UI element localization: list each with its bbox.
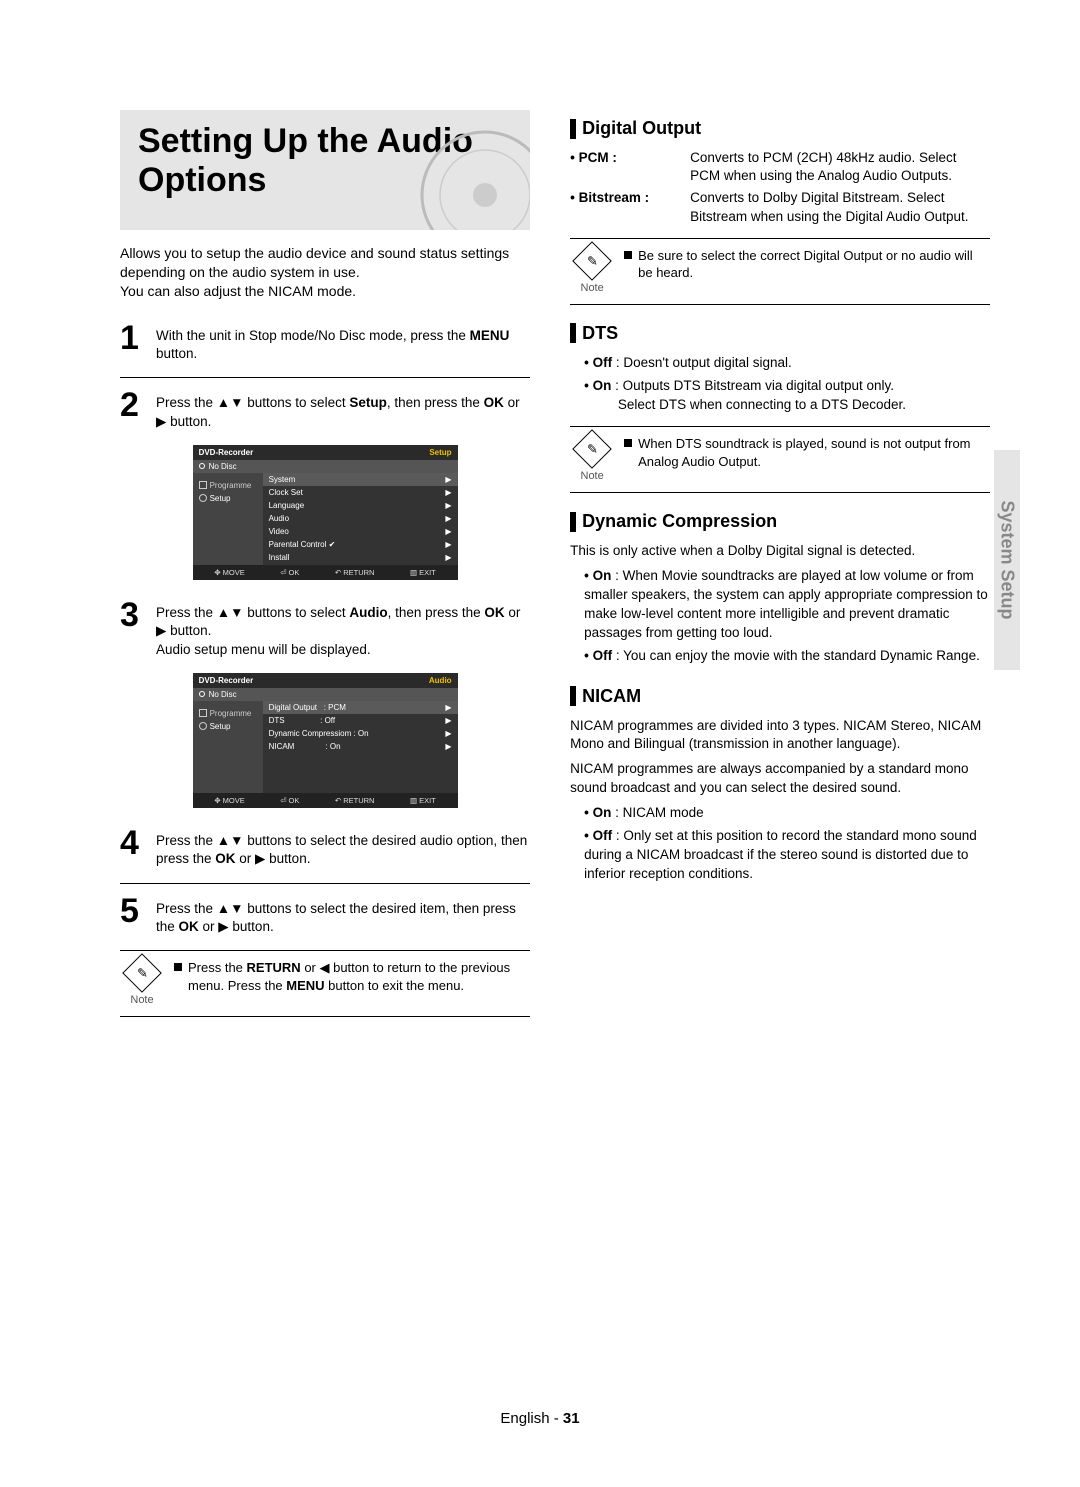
heading-dynamic-compression: Dynamic Compression <box>570 511 990 532</box>
osd-sidebar: Programme Setup <box>193 701 263 793</box>
note-return-menu: ✎ Note Press the RETURN or ◀ button to r… <box>120 950 530 1017</box>
nicam-off: • Off : Only set at this position to rec… <box>570 827 990 884</box>
ok-hint: ⏎ OK <box>280 796 299 805</box>
step-body: Press the ▲▼ buttons to select Setup, th… <box>156 390 530 431</box>
updown-icon: ▲▼ <box>217 900 244 918</box>
step-number: 2 <box>120 388 148 431</box>
dyn-on: • On : When Movie soundtracks are played… <box>570 567 990 643</box>
heading-bar-icon <box>570 323 576 343</box>
return-hint: ↶ RETURN <box>335 568 375 577</box>
updown-icon: ▲▼ <box>217 832 244 850</box>
move-hint: ✥ MOVE <box>214 796 244 805</box>
heading-nicam: NICAM <box>570 686 990 707</box>
osd-menu: System▶ Clock Set▶ Language▶ Audio▶ Vide… <box>263 473 458 565</box>
move-hint: ✥ MOVE <box>214 568 244 577</box>
osd-screenshot-audio: DVD-RecorderAudio No Disc Programme Setu… <box>193 673 458 808</box>
def-pcm: • PCM : Converts to PCM (2CH) 48kHz audi… <box>570 149 990 185</box>
heading-bar-icon <box>570 686 576 706</box>
disc-status-icon <box>199 463 205 469</box>
nicam-p2: NICAM programmes are always accompanied … <box>570 760 990 798</box>
step-body: Press the ▲▼ buttons to select the desir… <box>156 828 530 869</box>
exit-hint: ▥ EXIT <box>410 796 436 805</box>
setup-icon <box>199 494 207 502</box>
bullet-square-icon <box>624 439 632 447</box>
page: Setting Up the Audio Options Allows you … <box>0 0 1080 1095</box>
note-icon: ✎ <box>572 430 612 470</box>
heading-dts: DTS <box>570 323 990 344</box>
updown-icon: ▲▼ <box>217 394 244 412</box>
step-body: With the unit in Stop mode/No Disc mode,… <box>156 323 530 363</box>
nicam-p1: NICAM programmes are divided into 3 type… <box>570 717 990 755</box>
osd-menu: Digital Output : PCM▶ DTS : Off▶ Dynamic… <box>263 701 458 793</box>
note-label: Note <box>570 469 614 484</box>
step-2: 2 Press the ▲▼ buttons to select Setup, … <box>120 390 530 431</box>
intro-text: Allows you to setup the audio device and… <box>120 244 530 301</box>
note-label: Note <box>570 281 614 296</box>
disc-decoration-icon <box>410 120 530 230</box>
setup-icon <box>199 722 207 730</box>
programme-icon <box>199 481 207 489</box>
nicam-on: • On : NICAM mode <box>570 804 990 823</box>
bullet-square-icon <box>174 963 182 971</box>
note-label: Note <box>120 993 164 1008</box>
step-5: 5 Press the ▲▼ buttons to select the des… <box>120 896 530 937</box>
dyn-intro: This is only active when a Dolby Digital… <box>570 542 990 561</box>
side-tab: System Setup <box>994 450 1020 670</box>
step-number: 3 <box>120 598 148 659</box>
dts-off: • Off : Doesn't output digital signal. <box>570 354 990 373</box>
heading-bar-icon <box>570 119 576 139</box>
page-footer: English - 31 <box>0 1410 1080 1427</box>
programme-icon <box>199 709 207 717</box>
bullet-square-icon <box>624 251 632 259</box>
step-body: Press the ▲▼ buttons to select Audio, th… <box>156 600 530 659</box>
dts-on: • On : Outputs DTS Bitstream via digital… <box>570 377 990 415</box>
separator <box>120 883 530 884</box>
note-icon: ✎ <box>122 954 162 994</box>
heading-digital-output: Digital Output <box>570 118 990 139</box>
step-number: 1 <box>120 321 148 363</box>
osd-screenshot-setup: DVD-RecorderSetup No Disc Programme Setu… <box>193 445 458 580</box>
side-tab-label: System Setup <box>997 500 1018 619</box>
heading-bar-icon <box>570 512 576 532</box>
note-icon: ✎ <box>572 241 612 281</box>
right-column: Digital Output • PCM : Converts to PCM (… <box>570 110 990 1035</box>
exit-hint: ▥ EXIT <box>410 568 436 577</box>
note-dts: ✎ Note When DTS soundtrack is played, so… <box>570 426 990 493</box>
step-1: 1 With the unit in Stop mode/No Disc mod… <box>120 323 530 363</box>
separator <box>120 377 530 378</box>
osd-sidebar: Programme Setup <box>193 473 263 565</box>
ok-hint: ⏎ OK <box>280 568 299 577</box>
def-bitstream: • Bitstream : Converts to Dolby Digital … <box>570 189 990 225</box>
step-4: 4 Press the ▲▼ buttons to select the des… <box>120 828 530 869</box>
updown-icon: ▲▼ <box>217 604 244 622</box>
left-column: Setting Up the Audio Options Allows you … <box>120 110 530 1035</box>
note-digital-output: ✎ Note Be sure to select the correct Dig… <box>570 238 990 305</box>
disc-status-icon <box>199 691 205 697</box>
title-box: Setting Up the Audio Options <box>120 110 530 230</box>
step-3: 3 Press the ▲▼ buttons to select Audio, … <box>120 600 530 659</box>
step-body: Press the ▲▼ buttons to select the desir… <box>156 896 530 937</box>
step-number: 4 <box>120 826 148 869</box>
return-hint: ↶ RETURN <box>335 796 375 805</box>
dyn-off: • Off : You can enjoy the movie with the… <box>570 647 990 666</box>
step-number: 5 <box>120 894 148 937</box>
